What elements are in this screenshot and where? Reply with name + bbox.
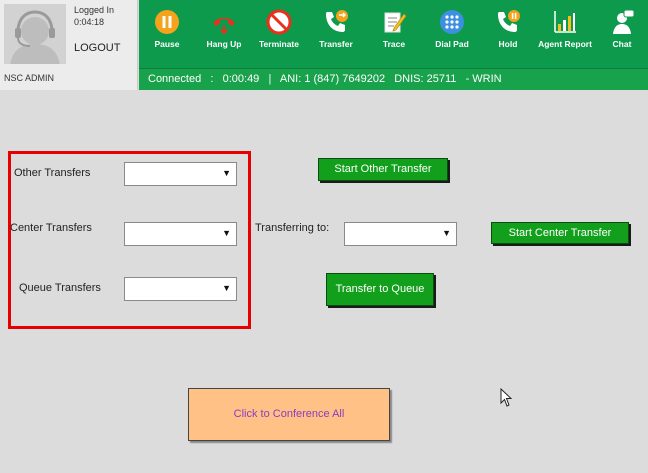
trace-label: Trace (382, 39, 406, 49)
terminate-icon (266, 9, 292, 35)
chevron-down-icon: ▼ (222, 283, 231, 293)
start-other-transfer-button[interactable]: Start Other Transfer (318, 158, 448, 181)
chevron-down-icon: ▼ (222, 228, 231, 238)
transfer-button[interactable]: Transfer (309, 6, 363, 66)
chevron-down-icon: ▼ (442, 228, 451, 238)
trace-button[interactable]: Trace (367, 6, 421, 66)
hang-up-button[interactable]: Hang Up (197, 6, 251, 66)
dial-pad-icon (440, 10, 464, 34)
agent-report-button[interactable]: Agent Report (538, 6, 592, 66)
agent-panel: Logged In 0:04:18 LOGOUT NSC ADMIN (0, 0, 138, 90)
chat-button[interactable]: Chat (595, 6, 648, 66)
pause-icon (155, 10, 179, 34)
conference-all-button[interactable]: Click to Conference All (188, 388, 390, 441)
queue-transfers-dropdown[interactable]: ▼ (124, 277, 237, 301)
hold-icon (498, 10, 520, 32)
transfer-label: Transfer (319, 39, 353, 49)
center-transfers-dropdown[interactable]: ▼ (124, 222, 237, 246)
hang-up-icon (213, 17, 235, 35)
terminate-button[interactable]: Terminate (252, 6, 306, 66)
agent-name: NSC ADMIN (4, 73, 55, 83)
pause-label: Pause (154, 39, 180, 49)
hold-label: Hold (498, 39, 518, 49)
logged-in-label: Logged In (74, 5, 115, 15)
hang-up-label: Hang Up (206, 39, 242, 49)
logged-in-time: 0:04:18 (74, 17, 105, 27)
dial-pad-label: Dial Pad (435, 39, 469, 49)
transferring-to-dropdown[interactable]: ▼ (344, 222, 457, 246)
terminate-label: Terminate (259, 39, 299, 49)
trace-icon (384, 12, 407, 33)
dial-pad-button[interactable]: Dial Pad (425, 6, 479, 66)
agent-headset-icon (10, 10, 60, 64)
pause-button[interactable]: Pause (140, 6, 194, 66)
avatar (4, 4, 66, 64)
hold-button[interactable]: Hold (481, 6, 535, 66)
agent-report-icon (554, 11, 576, 33)
call-toolbar: Pause Hang Up Terminate Transfer Trace D… (139, 0, 648, 68)
transfer-icon (326, 10, 348, 32)
transfer-to-queue-button[interactable]: Transfer to Queue (326, 273, 434, 306)
logout-link[interactable]: LOGOUT (74, 42, 120, 54)
mouse-cursor-icon (500, 388, 513, 407)
chat-icon (613, 9, 635, 34)
start-center-transfer-button[interactable]: Start Center Transfer (491, 222, 629, 244)
queue-transfers-label: Queue Transfers (19, 282, 101, 294)
transferring-to-label: Transferring to: (255, 222, 330, 234)
other-transfers-dropdown[interactable]: ▼ (124, 162, 237, 186)
agent-report-label: Agent Report (538, 39, 592, 49)
center-transfers-label: Center Transfers (10, 222, 92, 234)
chevron-down-icon: ▼ (222, 168, 231, 178)
call-status-bar: Connected : 0:00:49 | ANI: 1 (847) 76492… (139, 68, 648, 90)
other-transfers-label: Other Transfers (14, 167, 91, 179)
chat-label: Chat (612, 39, 632, 49)
